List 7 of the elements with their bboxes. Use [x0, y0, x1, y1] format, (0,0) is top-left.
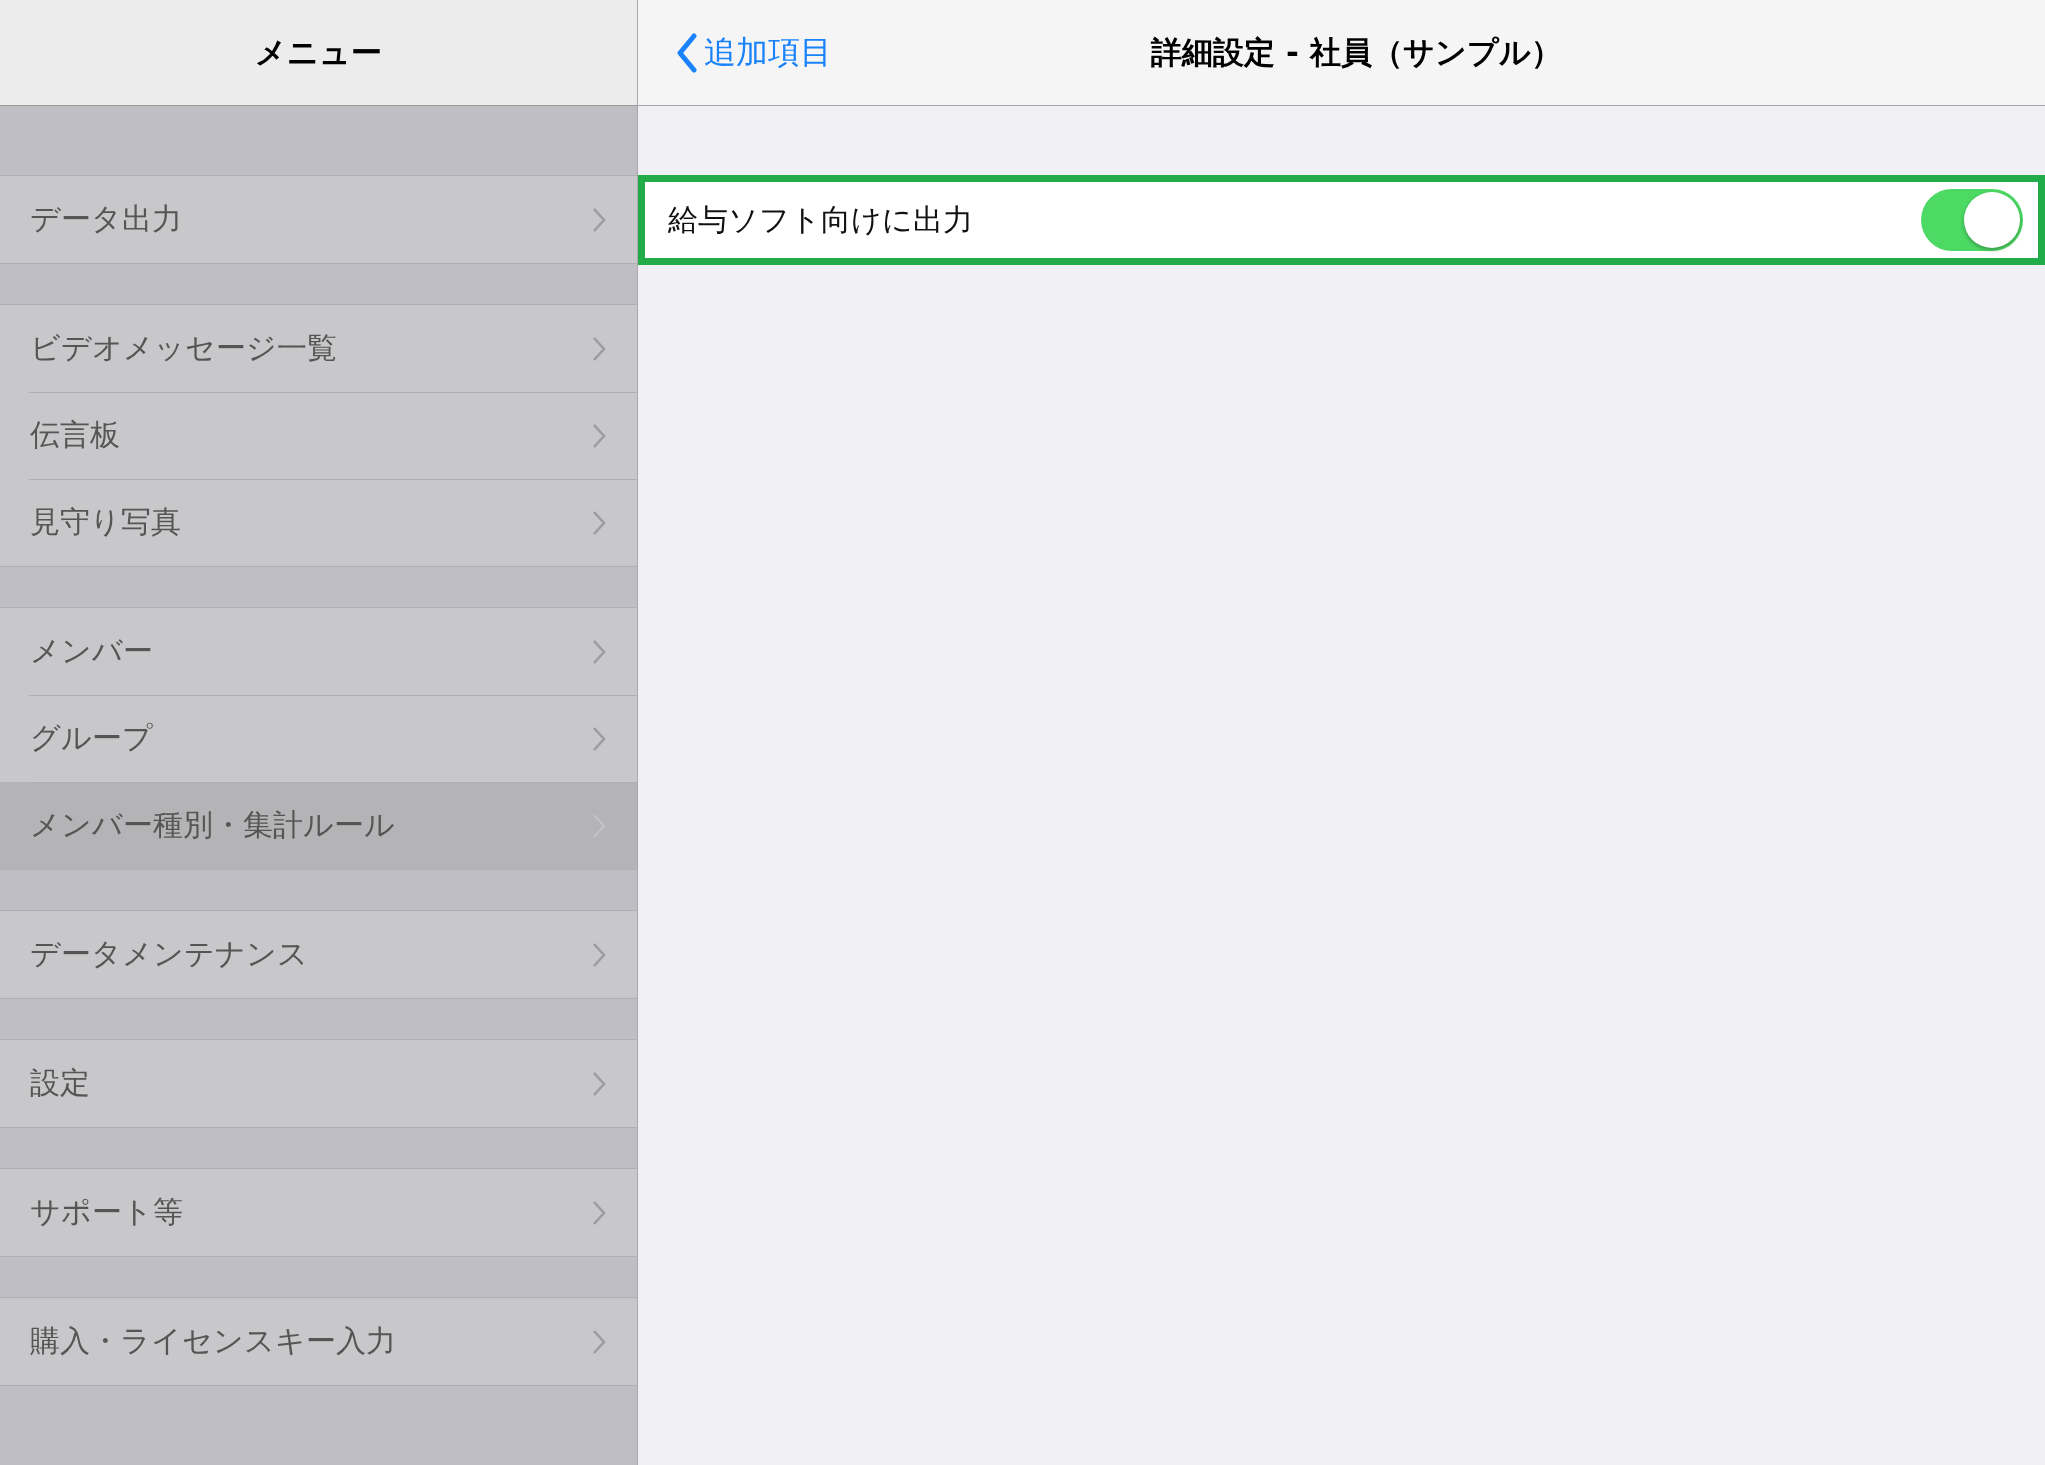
back-button[interactable]: 追加項目	[676, 30, 832, 75]
toggle-switch[interactable]	[1921, 189, 2023, 251]
setting-label: 給与ソフト向けに出力	[668, 200, 974, 239]
menu-item[interactable]: メンバー種別・集計ルール	[0, 782, 637, 869]
chevron-left-icon	[676, 32, 698, 73]
menu-title: メニュー	[255, 32, 382, 72]
page-title: 詳細設定 - 社員（サンプル）	[1151, 33, 1562, 70]
